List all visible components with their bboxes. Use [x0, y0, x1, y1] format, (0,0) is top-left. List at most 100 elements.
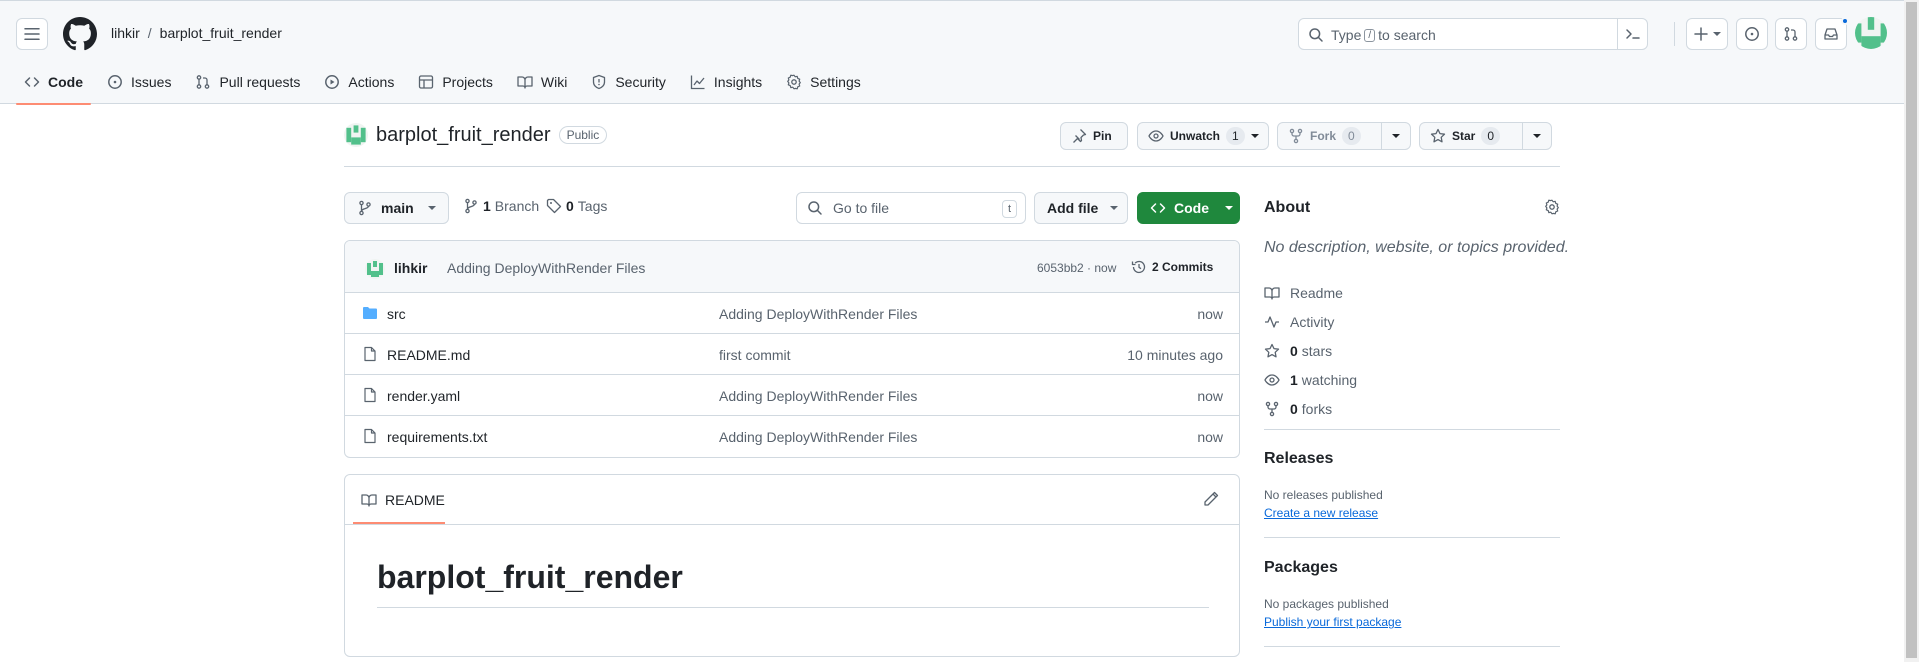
- readme-divider: [345, 524, 1239, 525]
- code-icon: [1150, 200, 1166, 216]
- commit-author-avatar[interactable]: [365, 259, 385, 279]
- tag-label: Tags: [577, 198, 608, 214]
- branches-link[interactable]: 1 Branch: [463, 198, 539, 214]
- edit-readme-button[interactable]: [1203, 491, 1219, 510]
- menu-button[interactable]: [16, 18, 48, 50]
- edit-about-button[interactable]: [1544, 199, 1560, 218]
- tag-count: 0: [566, 198, 574, 214]
- stars-link[interactable]: 0 stars: [1264, 336, 1357, 365]
- file-row[interactable]: render.yaml Adding DeployWithRender File…: [345, 375, 1239, 416]
- scrollbar-thumb[interactable]: [1906, 2, 1917, 658]
- tab-pull-requests[interactable]: Pull requests: [187, 65, 308, 99]
- unwatch-label: Unwatch: [1170, 129, 1221, 143]
- file-name[interactable]: README.md: [387, 347, 470, 363]
- commit-sha-time[interactable]: 6053bb2 · now: [1037, 261, 1116, 275]
- gear-icon: [786, 74, 802, 90]
- search-input[interactable]: Type / to search: [1298, 18, 1648, 50]
- tags-link[interactable]: 0 Tags: [546, 198, 607, 214]
- packages-title[interactable]: Packages: [1264, 559, 1338, 577]
- tab-pull-requests-label: Pull requests: [219, 74, 301, 90]
- tab-issues-label: Issues: [131, 74, 172, 90]
- forks-link[interactable]: 0 forks: [1264, 394, 1357, 423]
- command-palette-button[interactable]: [1617, 19, 1647, 49]
- book-icon: [517, 74, 533, 90]
- watching-link[interactable]: 1 watching: [1264, 365, 1357, 394]
- commit-message[interactable]: Adding DeployWithRender Files: [447, 260, 645, 276]
- branch-count: 1: [483, 198, 491, 214]
- tab-actions[interactable]: Actions: [316, 65, 402, 99]
- watching-count: 1: [1290, 371, 1298, 388]
- file-commit-message[interactable]: first commit: [719, 347, 791, 363]
- page-scrollbar[interactable]: [1904, 0, 1919, 662]
- go-to-file-input[interactable]: Go to file t: [796, 192, 1026, 224]
- file-name[interactable]: src: [387, 306, 406, 322]
- tab-wiki[interactable]: Wiki: [509, 65, 575, 99]
- readme-tab[interactable]: README: [353, 475, 445, 524]
- pencil-icon: [1203, 491, 1219, 507]
- repo-name[interactable]: barplot_fruit_render: [376, 124, 551, 147]
- create-new-button[interactable]: [1686, 18, 1728, 50]
- releases-title[interactable]: Releases: [1264, 450, 1333, 468]
- star-main-button[interactable]: Star 0: [1420, 123, 1522, 149]
- forks-count: 0: [1290, 400, 1298, 417]
- pin-button[interactable]: Pin: [1060, 122, 1128, 150]
- unwatch-button[interactable]: Unwatch 1: [1138, 123, 1269, 149]
- shield-icon: [591, 74, 607, 90]
- pulse-icon: [1264, 314, 1280, 330]
- add-file-button[interactable]: Add file: [1034, 192, 1128, 224]
- history-icon: [1131, 259, 1147, 275]
- readme-link[interactable]: Readme: [1264, 278, 1357, 307]
- tab-settings[interactable]: Settings: [778, 65, 869, 99]
- eye-icon: [1148, 128, 1164, 144]
- readme-link-label: Readme: [1290, 284, 1343, 301]
- pull-requests-button[interactable]: [1775, 18, 1807, 50]
- tab-actions-label: Actions: [348, 74, 395, 90]
- commits-link[interactable]: 2 Commits: [1131, 259, 1213, 275]
- tab-issues[interactable]: Issues: [99, 65, 179, 99]
- commit-author[interactable]: lihkir: [394, 260, 427, 276]
- pull-request-icon: [1783, 26, 1799, 42]
- file-name[interactable]: requirements.txt: [387, 429, 487, 445]
- star-dropdown[interactable]: [1521, 123, 1551, 149]
- file-commit-message[interactable]: Adding DeployWithRender Files: [719, 429, 917, 445]
- star-button[interactable]: Star 0: [1419, 122, 1552, 150]
- search-shortcut: /: [1364, 28, 1376, 42]
- graph-icon: [690, 74, 706, 90]
- file-row[interactable]: README.md first commit 10 minutes ago: [345, 334, 1239, 375]
- issues-button[interactable]: [1736, 18, 1768, 50]
- fork-dropdown[interactable]: [1380, 123, 1410, 149]
- fork-button[interactable]: Fork 0: [1277, 122, 1411, 150]
- breadcrumb-owner[interactable]: lihkir: [111, 25, 140, 41]
- code-button[interactable]: Code: [1137, 192, 1240, 224]
- file-commit-message[interactable]: Adding DeployWithRender Files: [719, 306, 917, 322]
- branch-selector[interactable]: main: [344, 192, 449, 224]
- file-row[interactable]: requirements.txt Adding DeployWithRender…: [345, 416, 1239, 457]
- activity-link[interactable]: Activity: [1264, 307, 1357, 336]
- create-release-link[interactable]: Create a new release: [1264, 506, 1378, 520]
- file-name[interactable]: render.yaml: [387, 388, 460, 404]
- fork-main-button[interactable]: Fork 0: [1278, 123, 1381, 149]
- watching-label: watching: [1301, 371, 1358, 388]
- branch-icon: [357, 200, 373, 216]
- branch-label: Branch: [494, 198, 540, 214]
- tab-projects[interactable]: Projects: [410, 65, 501, 99]
- file-row[interactable]: src Adding DeployWithRender Files now: [345, 293, 1239, 334]
- tab-code[interactable]: Code: [16, 65, 91, 105]
- search-icon: [1308, 27, 1324, 43]
- tab-security[interactable]: Security: [583, 65, 674, 99]
- caret-down-icon: [1225, 204, 1233, 212]
- terminal-icon: [1625, 26, 1641, 42]
- title-divider: [344, 166, 1560, 167]
- user-avatar[interactable]: [1855, 17, 1887, 49]
- publish-package-link[interactable]: Publish your first package: [1264, 615, 1401, 629]
- watch-button[interactable]: Unwatch 1: [1137, 122, 1269, 150]
- about-links: Readme Activity 0 stars 1 watching 0 for…: [1264, 278, 1357, 423]
- tab-wiki-label: Wiki: [540, 74, 568, 90]
- caret-down-icon: [1532, 132, 1541, 140]
- hamburger-icon: [24, 26, 40, 42]
- tab-insights[interactable]: Insights: [682, 65, 770, 99]
- about-description: No description, website, or topics provi…: [1264, 239, 1570, 256]
- file-commit-message[interactable]: Adding DeployWithRender Files: [719, 388, 917, 404]
- breadcrumb-repo[interactable]: barplot_fruit_render: [160, 25, 282, 41]
- github-logo[interactable]: [63, 17, 97, 51]
